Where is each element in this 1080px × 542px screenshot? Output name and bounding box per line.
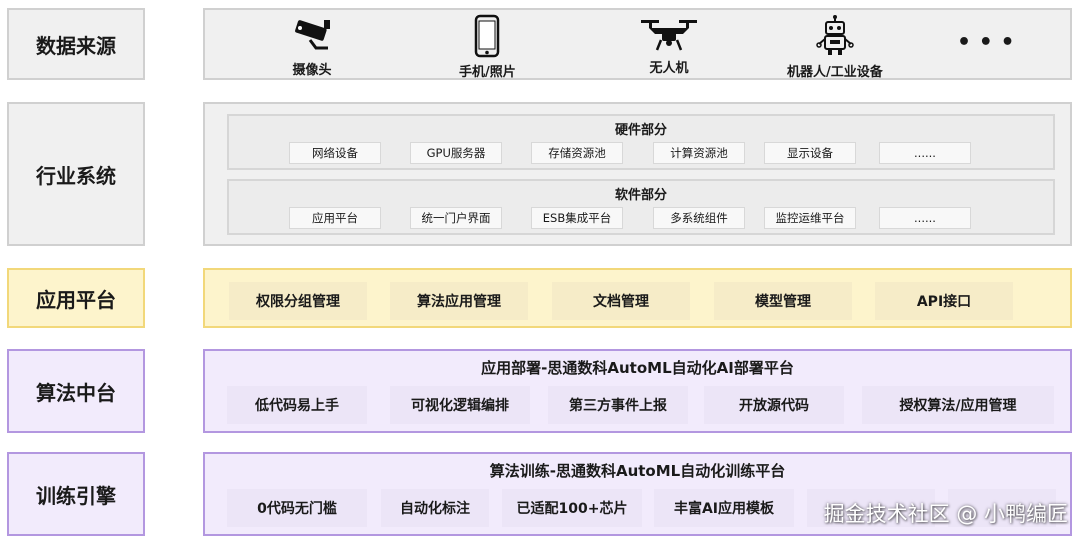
- algo-item: 可视化逻辑编排: [390, 386, 530, 424]
- hardware-chip: 显示设备: [764, 142, 856, 164]
- source-drone: 无人机: [639, 14, 699, 76]
- train-item: 已适配100+芯片: [502, 489, 642, 527]
- train-panel-title: 算法训练-思通数科AutoML自动化训练平台: [489, 462, 786, 480]
- algo-item: 低代码易上手: [227, 386, 367, 424]
- source-phone-label: 手机/照片: [459, 65, 516, 80]
- watermark: 掘金技术社区 @ 小鸭编匠: [823, 502, 1068, 526]
- source-phone: 手机/照片: [459, 14, 516, 80]
- phone-icon: [475, 14, 500, 58]
- algo-panel-title: 应用部署-思通数科AutoML自动化AI部署平台: [481, 359, 794, 377]
- train-item: 自动化标注: [381, 489, 489, 527]
- software-chip: ESB集成平台: [531, 207, 623, 229]
- source-camera: 摄像头: [290, 18, 334, 78]
- app-item: 模型管理: [714, 282, 852, 320]
- source-camera-label: 摄像头: [292, 63, 332, 78]
- algo-platform-panel: 应用部署-思通数科AutoML自动化AI部署平台 低代码易上手 可视化逻辑编排 …: [203, 349, 1072, 433]
- label-algo-platform: 算法中台: [7, 349, 145, 433]
- source-robot-label: 机器人/工业设备: [787, 65, 883, 80]
- more-sources-ellipsis: • • •: [957, 30, 1015, 55]
- algo-item: 开放源代码: [704, 386, 844, 424]
- label-app-platform: 应用平台: [7, 268, 145, 328]
- robot-icon: [816, 15, 854, 55]
- software-chip: 统一门户界面: [410, 207, 502, 229]
- source-drone-label: 无人机: [649, 61, 689, 76]
- algo-item: 第三方事件上报: [548, 386, 688, 424]
- app-item: API接口: [875, 282, 1013, 320]
- camera-icon: [295, 20, 330, 50]
- app-platform-panel: 权限分组管理 算法应用管理 文档管理 模型管理 API接口: [203, 268, 1072, 328]
- hardware-chip: ......: [879, 142, 971, 164]
- label-industry-system: 行业系统: [7, 102, 145, 246]
- hardware-chip: 存储资源池: [531, 142, 623, 164]
- software-section: 软件部分 应用平台 统一门户界面 ESB集成平台 多系统组件 监控运维平台 ..…: [227, 179, 1055, 235]
- software-chip: ......: [879, 207, 971, 229]
- algo-item: 授权算法/应用管理: [862, 386, 1054, 424]
- source-robot: 机器人/工业设备: [787, 14, 883, 80]
- app-item: 文档管理: [552, 282, 690, 320]
- app-item: 权限分组管理: [229, 282, 367, 320]
- software-chip: 应用平台: [289, 207, 381, 229]
- label-data-source: 数据来源: [7, 8, 145, 80]
- industry-system-panel: 硬件部分 网络设备 GPU服务器 存储资源池 计算资源池 显示设备 ......…: [203, 102, 1072, 246]
- hardware-chip: 网络设备: [289, 142, 381, 164]
- hardware-section: 硬件部分 网络设备 GPU服务器 存储资源池 计算资源池 显示设备 ......: [227, 114, 1055, 170]
- drone-icon: [641, 20, 697, 51]
- software-title: 软件部分: [614, 188, 667, 203]
- software-chip: 监控运维平台: [764, 207, 856, 229]
- hardware-chip: 计算资源池: [653, 142, 745, 164]
- train-item: 0代码无门槛: [227, 489, 367, 527]
- hardware-title: 硬件部分: [614, 123, 667, 138]
- software-chip: 多系统组件: [653, 207, 745, 229]
- hardware-chip: GPU服务器: [410, 142, 502, 164]
- train-item: 丰富AI应用模板: [654, 489, 794, 527]
- data-source-panel: 摄像头 手机/照片 无人机 机器人/工业设备 • • •: [203, 8, 1072, 80]
- app-item: 算法应用管理: [390, 282, 528, 320]
- label-train-engine: 训练引擎: [7, 452, 145, 536]
